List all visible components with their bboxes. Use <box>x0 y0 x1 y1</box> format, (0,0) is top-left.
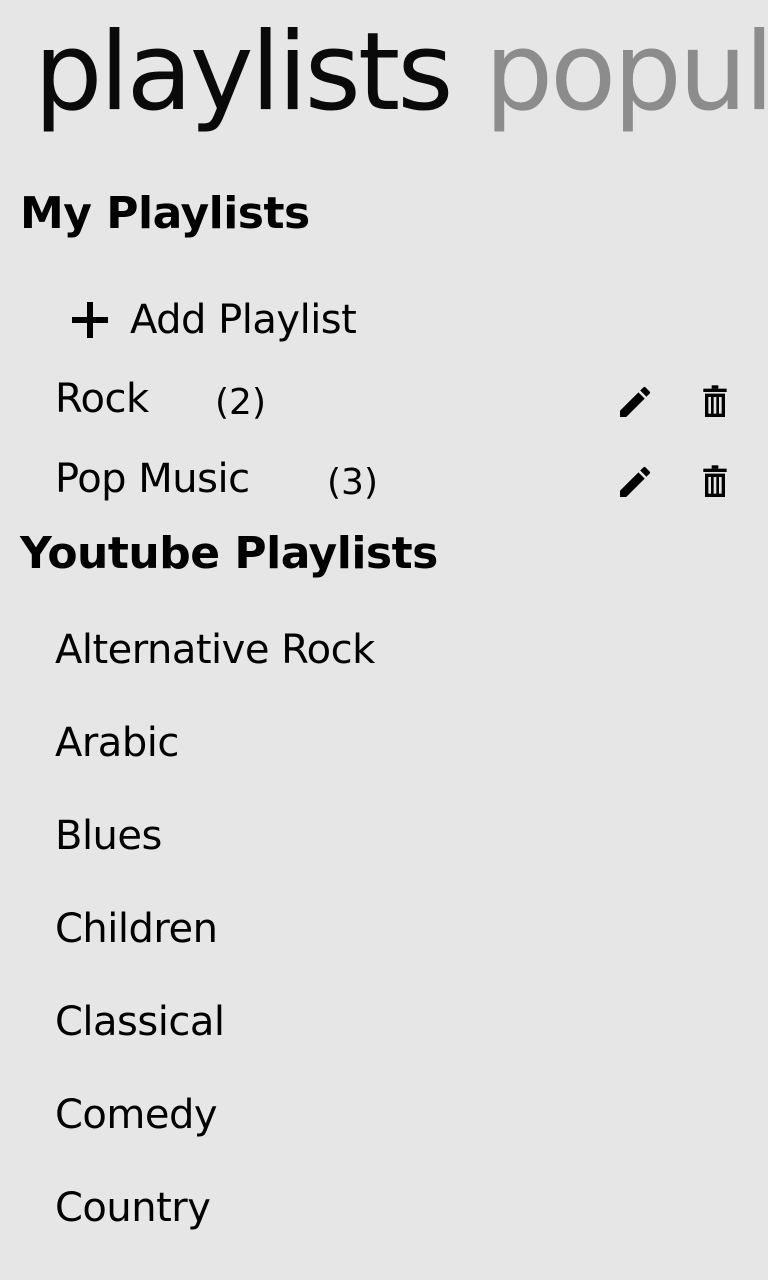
list-item[interactable]: Classical <box>55 982 375 1075</box>
trash-icon[interactable] <box>695 382 735 422</box>
list-item[interactable]: Blues <box>55 796 375 889</box>
my-playlist-item[interactable]: Rock (2) <box>55 370 745 440</box>
plus-icon <box>70 300 110 340</box>
youtube-playlists-heading: Youtube Playlists <box>20 528 438 579</box>
list-item[interactable]: Arabic <box>55 703 375 796</box>
add-playlist-button[interactable]: Add Playlist <box>70 290 357 350</box>
my-playlist-item[interactable]: Pop Music (3) <box>55 450 745 520</box>
pivot-header: playlistspopular <box>34 8 768 138</box>
pencil-icon[interactable] <box>615 462 655 502</box>
pivot-tab-popular[interactable]: popular <box>485 8 768 138</box>
trash-icon[interactable] <box>695 462 735 502</box>
my-playlists-heading: My Playlists <box>20 188 310 239</box>
add-playlist-label: Add Playlist <box>130 297 357 343</box>
pencil-icon[interactable] <box>615 382 655 422</box>
pivot-tab-playlists[interactable]: playlists <box>34 8 454 138</box>
list-item[interactable]: Country <box>55 1168 375 1261</box>
list-item[interactable]: Children <box>55 889 375 982</box>
playlist-count: (3) <box>327 462 378 503</box>
list-item[interactable]: Comedy <box>55 1075 375 1168</box>
list-item[interactable]: Alternative Rock <box>55 610 375 703</box>
youtube-playlist-list: Alternative Rock Arabic Blues Children C… <box>55 610 375 1261</box>
playlist-name: Pop Music <box>55 456 250 502</box>
playlist-count: (2) <box>215 382 266 423</box>
playlist-name: Rock <box>55 376 149 422</box>
